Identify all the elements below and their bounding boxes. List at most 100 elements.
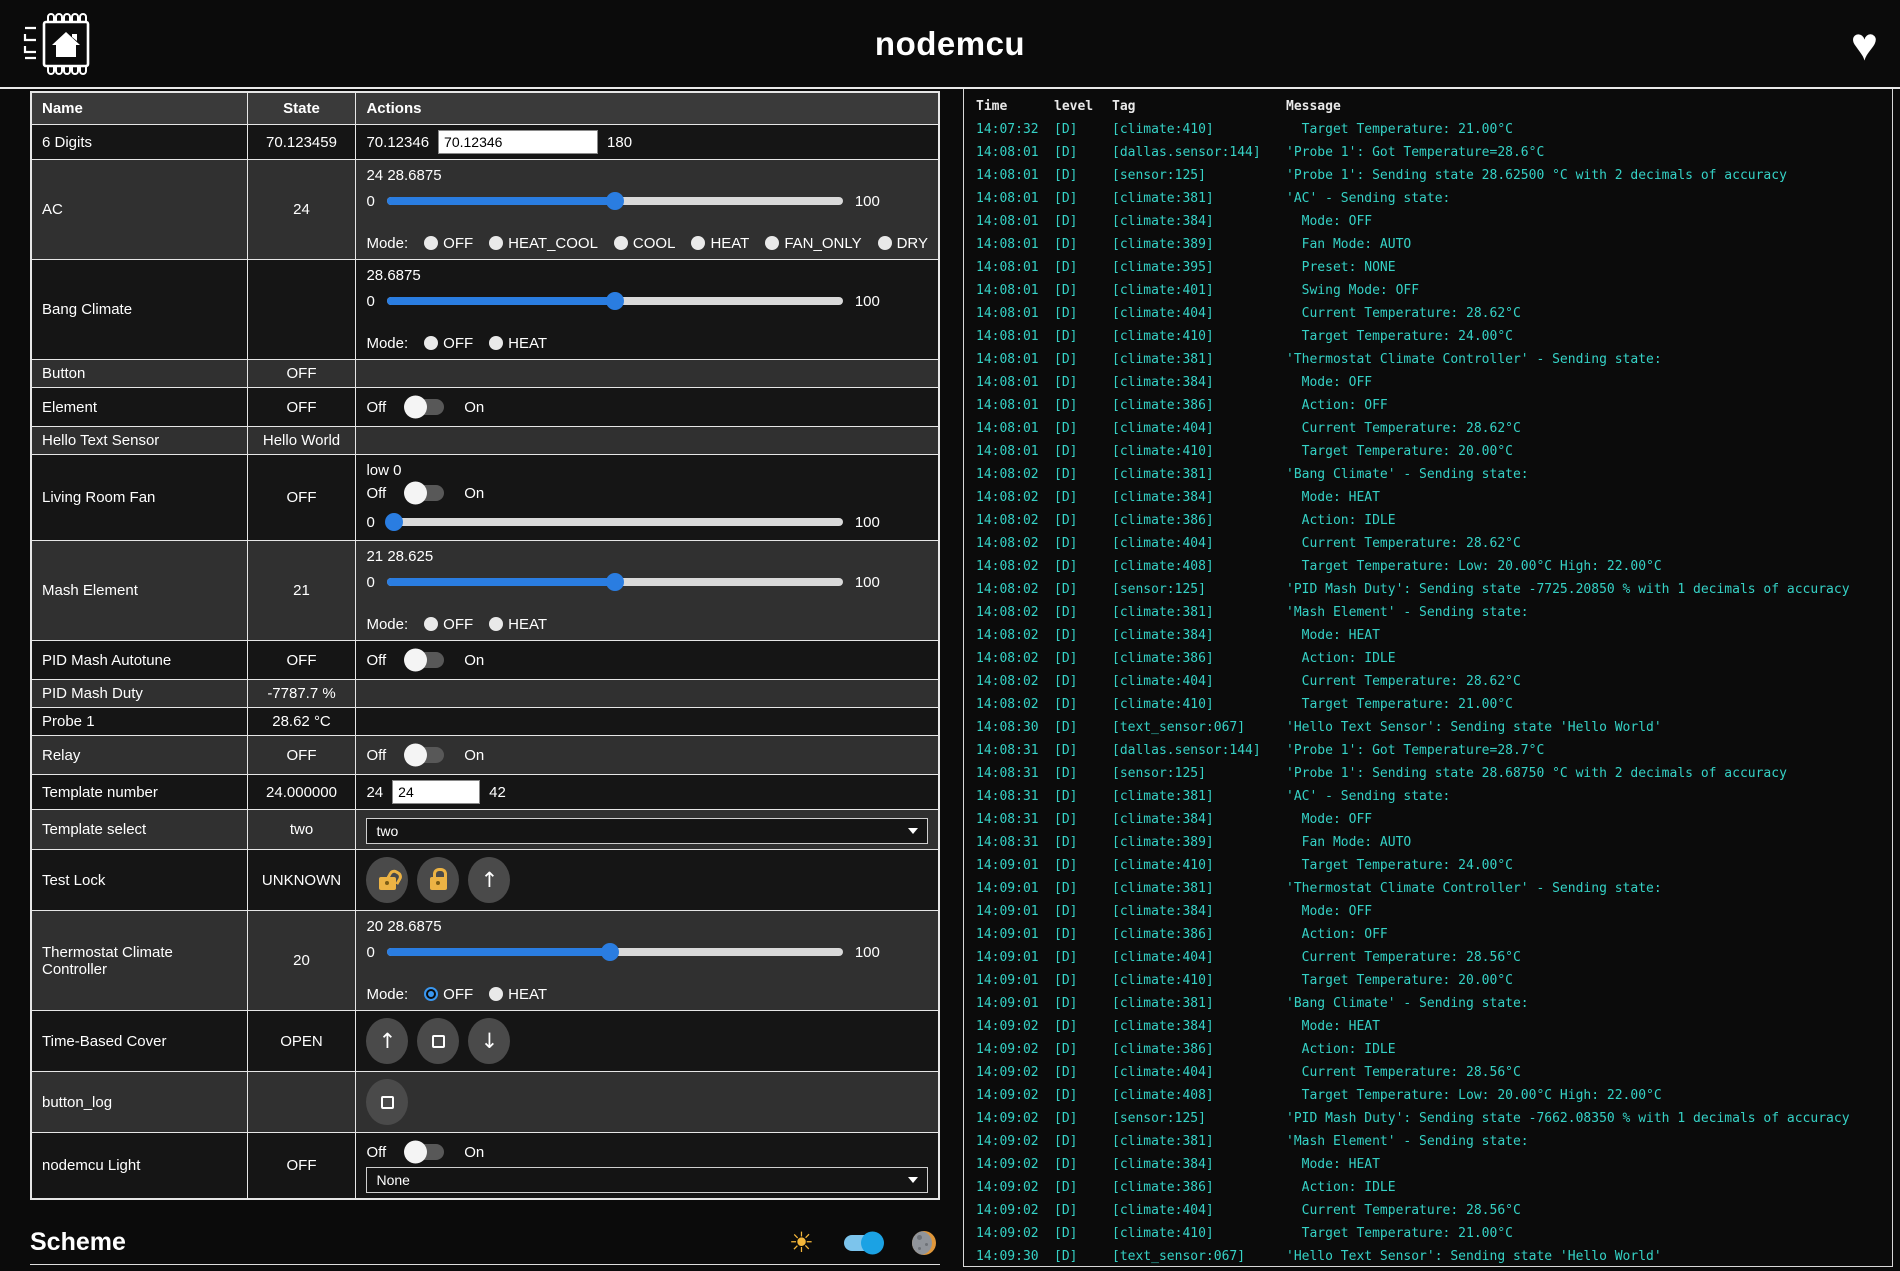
radio-icon[interactable]: [424, 236, 438, 250]
log-tag: [climate:386]: [1112, 1038, 1286, 1061]
entity-state: 70.123459: [247, 125, 356, 160]
log-message: Mode: HEAT: [1286, 624, 1892, 647]
toggle-knob[interactable]: [404, 482, 427, 505]
entity-name: Bang Climate: [31, 260, 247, 360]
log-message: Target Temperature: 21.00°C: [1286, 118, 1892, 141]
select-value: None: [376, 1172, 409, 1188]
entity-row: Bang Climate28.68750100Mode:OFFHEAT: [31, 260, 939, 360]
mode-option-heat[interactable]: HEAT: [691, 235, 749, 252]
radio-icon[interactable]: [424, 987, 438, 1001]
entity-name: Template number: [31, 775, 247, 810]
mode-option-dry[interactable]: DRY: [878, 235, 928, 252]
toggle-knob[interactable]: [404, 744, 427, 767]
log-tag: [climate:386]: [1112, 1176, 1286, 1199]
scheme-toggle-knob[interactable]: [861, 1231, 884, 1254]
log-level: [D]: [1054, 923, 1112, 946]
toggle-knob[interactable]: [404, 396, 427, 419]
toggle-switch[interactable]: [406, 485, 444, 501]
slider-thumb[interactable]: [385, 513, 403, 531]
log-tag: [climate:386]: [1112, 394, 1286, 417]
lock-closed-button[interactable]: [417, 857, 459, 903]
log-body[interactable]: 14:07:32[D][climate:410] Target Temperat…: [976, 118, 1892, 1267]
log-message: Action: IDLE: [1286, 1038, 1892, 1061]
number-input[interactable]: [392, 780, 480, 804]
log-message: 'Hello Text Sensor': Sending state 'Hell…: [1286, 716, 1892, 739]
log-tag: [climate:384]: [1112, 210, 1286, 233]
radio-icon[interactable]: [878, 236, 892, 250]
mode-option-off[interactable]: OFF: [424, 986, 473, 1003]
slider-track[interactable]: [387, 578, 843, 586]
log-message: Mode: OFF: [1286, 210, 1892, 233]
toggle-switch[interactable]: [406, 399, 444, 415]
slider-track[interactable]: [387, 518, 843, 526]
radio-icon[interactable]: [489, 617, 503, 631]
toggle-switch[interactable]: [406, 747, 444, 763]
mode-option-heat[interactable]: HEAT: [489, 616, 547, 633]
slider-thumb[interactable]: [606, 573, 624, 591]
log-panel[interactable]: Time level Tag Message 14:07:32[D][clima…: [963, 89, 1893, 1267]
log-tag: [climate:401]: [1112, 279, 1286, 302]
radio-icon[interactable]: [691, 236, 705, 250]
scheme-toggle[interactable]: [844, 1235, 882, 1251]
number-input[interactable]: [438, 130, 598, 154]
log-row: 14:09:02[D][climate:381]'Mash Element' -…: [976, 1130, 1892, 1153]
radio-icon[interactable]: [489, 987, 503, 1001]
stop-button[interactable]: [417, 1018, 459, 1064]
mode-option-heat[interactable]: HEAT: [489, 986, 547, 1003]
log-tag: [climate:384]: [1112, 486, 1286, 509]
radio-icon[interactable]: [489, 336, 503, 350]
entity-state: two: [247, 810, 356, 850]
min-label: 24: [366, 784, 383, 801]
entity-name: Button: [31, 360, 247, 388]
entity-name: Time-Based Cover: [31, 1011, 247, 1072]
slider-thumb[interactable]: [606, 292, 624, 310]
mode-option-heat[interactable]: HEAT: [489, 335, 547, 352]
log-row: 14:08:02[D][climate:384] Mode: HEAT: [976, 624, 1892, 647]
slider-thumb[interactable]: [606, 192, 624, 210]
radio-icon[interactable]: [424, 336, 438, 350]
select-control[interactable]: None: [366, 1167, 928, 1193]
toggle-knob[interactable]: [404, 649, 427, 672]
mode-option-off[interactable]: OFF: [424, 335, 473, 352]
mode-option-label: HEAT: [508, 986, 547, 1003]
radio-icon[interactable]: [765, 236, 779, 250]
stop-button[interactable]: [366, 1079, 408, 1125]
toggle-switch[interactable]: [406, 652, 444, 668]
mode-option-heat_cool[interactable]: HEAT_COOL: [489, 235, 598, 252]
number-control: 70.12346180: [366, 130, 928, 154]
lock-open-button[interactable]: [366, 857, 408, 903]
toggle-switch[interactable]: [406, 1144, 444, 1160]
log-row: 14:08:02[D][climate:384] Mode: HEAT: [976, 486, 1892, 509]
stop-icon: [432, 1035, 445, 1048]
log-row: 14:08:01[D][climate:410] Target Temperat…: [976, 325, 1892, 348]
log-header-row: Time level Tag Message: [976, 94, 1892, 118]
log-time: 14:08:02: [976, 555, 1054, 578]
mode-option-fan_only[interactable]: FAN_ONLY: [765, 235, 861, 252]
slider-track[interactable]: [387, 197, 843, 205]
toggle-knob[interactable]: [404, 1141, 427, 1164]
select-control[interactable]: two: [366, 818, 928, 844]
slider-thumb[interactable]: [601, 943, 619, 961]
log-row: 14:08:01[D][climate:386] Action: OFF: [976, 394, 1892, 417]
log-row: 14:08:01[D][climate:404] Current Tempera…: [976, 417, 1892, 440]
log-level: [D]: [1054, 578, 1112, 601]
slider-fill: [387, 578, 615, 586]
mode-option-off[interactable]: OFF: [424, 235, 473, 252]
radio-icon[interactable]: [614, 236, 628, 250]
arrow-up-button[interactable]: ↑: [468, 857, 510, 903]
mode-label: Mode:: [366, 235, 408, 252]
entity-name: 6 Digits: [31, 125, 247, 160]
log-message: 'AC' - Sending state:: [1286, 187, 1892, 210]
radio-icon[interactable]: [424, 617, 438, 631]
mode-option-off[interactable]: OFF: [424, 616, 473, 633]
slider-track[interactable]: [387, 297, 843, 305]
slider-track[interactable]: [387, 948, 843, 956]
log-row: 14:09:01[D][climate:410] Target Temperat…: [976, 969, 1892, 992]
radio-icon[interactable]: [489, 236, 503, 250]
log-level: [D]: [1054, 716, 1112, 739]
arrow-down-button[interactable]: ↓: [468, 1018, 510, 1064]
log-tag: [climate:389]: [1112, 233, 1286, 256]
log-time: 14:09:30: [976, 1245, 1054, 1267]
arrow-up-button[interactable]: ↑: [366, 1018, 408, 1064]
mode-option-cool[interactable]: COOL: [614, 235, 676, 252]
